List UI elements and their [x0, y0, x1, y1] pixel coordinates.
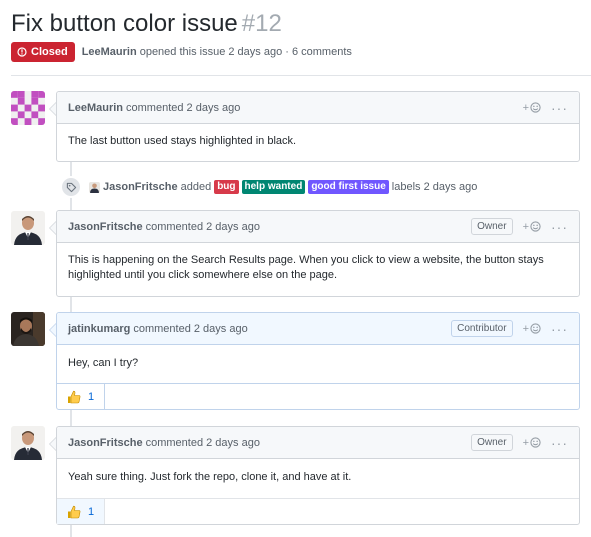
label-event: JasonFritsche added bug help wanted good… — [60, 176, 478, 198]
comment-timestamp[interactable]: commented 2 days ago — [146, 221, 260, 233]
comment-author-link[interactable]: jatinkumarg — [68, 323, 130, 335]
issue-title: Fix button color issue #12 — [11, 10, 282, 38]
issue-author-link[interactable]: LeeMaurin — [82, 46, 137, 58]
issue-title-text: Fix button color issue — [11, 10, 238, 37]
plus-label: + — [522, 220, 529, 233]
profile-photo-avatar — [11, 211, 45, 245]
comment-body: This is happening on the Search Results … — [68, 254, 544, 281]
comment-body: The last button used stays highlighted i… — [68, 135, 297, 147]
comment-caret — [49, 102, 56, 116]
owner-badge: Owner — [471, 218, 513, 235]
smiley-icon — [530, 437, 541, 448]
thumbs-up-reaction-button[interactable]: 1 — [57, 384, 106, 409]
comment-timestamp[interactable]: commented 2 days ago — [146, 437, 260, 449]
avatar[interactable] — [11, 312, 45, 346]
identicon-avatar — [11, 91, 45, 125]
thumbs-up-icon — [68, 390, 81, 403]
comment-author-link[interactable]: LeeMaurin — [68, 102, 123, 114]
event-verb: added — [180, 181, 212, 193]
comment-body: Hey, can I try? — [68, 357, 139, 369]
comment: LeeMaurin commented 2 days ago + ··· The… — [49, 91, 580, 162]
smiley-icon — [530, 323, 541, 334]
comment: jatinkumarg commented 2 days ago Contrib… — [49, 312, 580, 410]
reactions-bar: 1 — [57, 498, 579, 524]
smiley-icon — [530, 221, 541, 232]
thumbs-up-icon — [68, 505, 81, 518]
comment: JasonFritsche commented 2 days ago Owner… — [49, 210, 580, 297]
comment-header: jatinkumarg commented 2 days ago Contrib… — [57, 313, 579, 345]
comment-author-link[interactable]: JasonFritsche — [68, 221, 143, 233]
plus-label: + — [522, 322, 529, 335]
comment-header: LeeMaurin commented 2 days ago + ··· — [57, 92, 579, 124]
add-reaction-button[interactable]: + — [523, 437, 541, 449]
status-badge-label: Closed — [31, 46, 68, 58]
event-suffix: labels 2 days ago — [391, 181, 478, 193]
label-bug[interactable]: bug — [214, 180, 239, 194]
reactions-bar: 1 — [57, 383, 579, 409]
profile-photo-avatar — [11, 312, 45, 346]
profile-photo-avatar — [11, 426, 45, 460]
more-options-button[interactable]: ··· — [551, 436, 568, 450]
comment-timestamp[interactable]: commented 2 days ago — [126, 102, 240, 114]
comment-header: JasonFritsche commented 2 days ago Owner… — [57, 211, 579, 243]
tag-icon — [60, 176, 82, 198]
smiley-icon — [530, 102, 541, 113]
issue-meta: Closed LeeMaurin opened this issue 2 day… — [11, 42, 352, 62]
add-reaction-button[interactable]: + — [523, 323, 541, 335]
comment-header: JasonFritsche commented 2 days ago Owner… — [57, 427, 579, 459]
issue-number: #12 — [241, 10, 282, 37]
avatar[interactable] — [11, 426, 45, 460]
more-options-button[interactable]: ··· — [551, 101, 568, 115]
add-reaction-button[interactable]: + — [523, 102, 541, 114]
avatar[interactable] — [11, 211, 45, 245]
comment: JasonFritsche commented 2 days ago Owner… — [49, 426, 580, 525]
issue-closed-icon — [17, 47, 27, 57]
status-badge: Closed — [11, 42, 75, 62]
label-good-first-issue[interactable]: good first issue — [308, 180, 389, 194]
avatar[interactable] — [89, 181, 100, 193]
comment-author-link[interactable]: JasonFritsche — [68, 437, 143, 449]
comment-caret — [49, 221, 56, 235]
event-actor-link[interactable]: JasonFritsche — [103, 181, 178, 193]
add-reaction-button[interactable]: + — [523, 221, 541, 233]
header-divider — [11, 75, 591, 76]
label-help-wanted[interactable]: help wanted — [241, 180, 306, 194]
contributor-badge: Contributor — [451, 320, 513, 337]
issue-meta-text: opened this issue 2 days ago · 6 comment… — [139, 46, 352, 58]
comment-caret — [49, 323, 56, 337]
more-options-button[interactable]: ··· — [551, 220, 568, 234]
reaction-count: 1 — [88, 505, 95, 518]
comment-timestamp[interactable]: commented 2 days ago — [133, 323, 247, 335]
more-options-button[interactable]: ··· — [551, 322, 568, 336]
comment-caret — [49, 437, 56, 451]
owner-badge: Owner — [471, 434, 513, 451]
comment-body: Yeah sure thing. Just fork the repo, clo… — [68, 471, 352, 483]
plus-label: + — [522, 436, 529, 449]
plus-label: + — [522, 101, 529, 114]
avatar[interactable] — [11, 91, 45, 125]
thumbs-up-reaction-button[interactable]: 1 — [57, 499, 106, 524]
reaction-count: 1 — [88, 390, 95, 403]
